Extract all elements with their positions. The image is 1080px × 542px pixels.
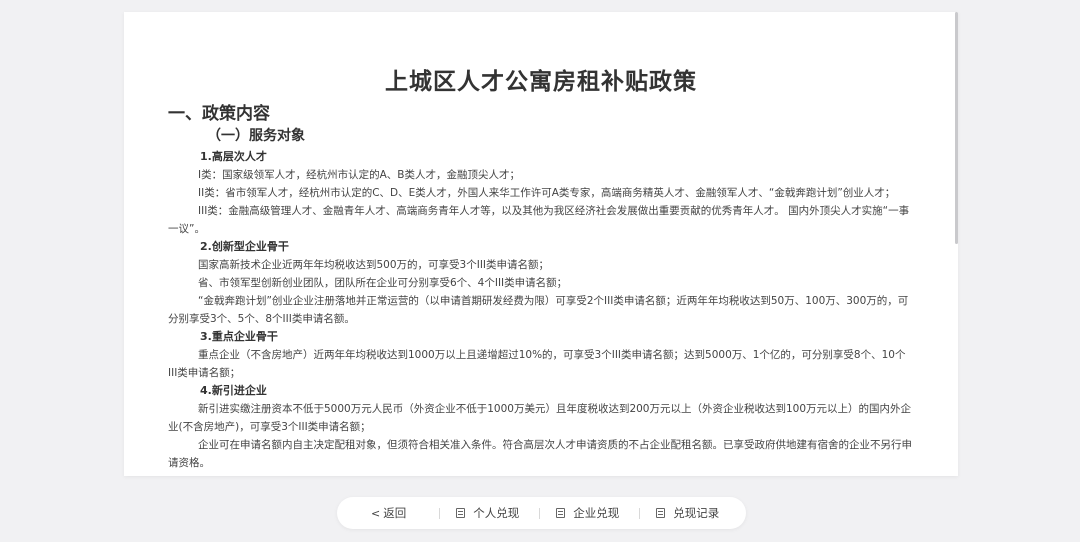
list-icon xyxy=(656,508,666,518)
divider xyxy=(439,507,441,519)
enterprise-redeem-label: 企业兑现 xyxy=(573,506,620,520)
back-label: 返回 xyxy=(383,506,407,520)
category-heading-innovative-enterprise: 2.创新型企业骨干 xyxy=(200,240,289,253)
document-content: 上城区人才公寓房租补贴政策 一、政策内容 （一）服务对象 1.高层次人才 I类：… xyxy=(168,67,914,472)
back-button[interactable]: < 返回 xyxy=(371,505,406,521)
divider xyxy=(539,507,541,519)
paragraph: 重点企业（不含房地产）近两年年均税收达到1000万以上且递增超过10%的，可享受… xyxy=(168,349,906,379)
enterprise-redeem-button[interactable]: 企业兑现 xyxy=(556,505,619,521)
paragraph: III类：金融高级管理人才、金融青年人才、高端商务青年人才等，以及其他为我区经济… xyxy=(168,205,910,235)
redeem-records-button[interactable]: 兑现记录 xyxy=(656,505,719,521)
paragraph: 省、市领军型创新创业团队，团队所在企业可分别享受6个、4个III类申请名额； xyxy=(198,277,568,289)
paragraph: II类：省市领军人才，经杭州市认定的C、D、E类人才，外国人来华工作许可A类专家… xyxy=(198,187,896,199)
chevron-left-icon: < xyxy=(371,506,381,520)
paragraph: I类：国家级领军人才，经杭州市认定的A、B类人才，金融顶尖人才； xyxy=(198,169,520,181)
section-heading-policy-content: 一、政策内容 xyxy=(168,104,270,124)
redeem-records-label: 兑现记录 xyxy=(673,506,720,520)
paragraph: “金戟奔跑计划”创业企业注册落地并正常运营的（以申请首期研发经费为限）可享受2个… xyxy=(168,295,909,325)
document-icon xyxy=(556,508,566,518)
document-title: 上城区人才公寓房租补贴政策 xyxy=(385,69,697,95)
document-scrollbar[interactable] xyxy=(955,12,958,244)
category-heading-high-level-talent: 1.高层次人才 xyxy=(200,150,267,163)
category-heading-key-enterprise: 3.重点企业骨干 xyxy=(200,330,278,343)
personal-redeem-label: 个人兑现 xyxy=(473,506,520,520)
bottom-action-bar: < 返回 个人兑现 企业兑现 兑现记录 xyxy=(337,497,746,529)
policy-document: 上城区人才公寓房租补贴政策 一、政策内容 （一）服务对象 1.高层次人才 I类：… xyxy=(124,12,958,476)
paragraph: 新引进实缴注册资本不低于5000万元人民币（外资企业不低于1000万美元）且年度… xyxy=(168,403,912,433)
personal-redeem-button[interactable]: 个人兑现 xyxy=(456,505,519,521)
paragraph: 国家高新技术企业近两年年均税收达到500万的，可享受3个III类申请名额； xyxy=(198,259,550,271)
subsection-heading-service-target: （一）服务对象 xyxy=(207,128,305,144)
document-icon xyxy=(456,508,466,518)
divider xyxy=(639,507,641,519)
paragraph: 企业可在申请名额内自主决定配租对象，但须符合相关准入条件。符合高层次人才申请资质… xyxy=(168,439,912,469)
category-heading-new-enterprise: 4.新引进企业 xyxy=(200,384,267,397)
